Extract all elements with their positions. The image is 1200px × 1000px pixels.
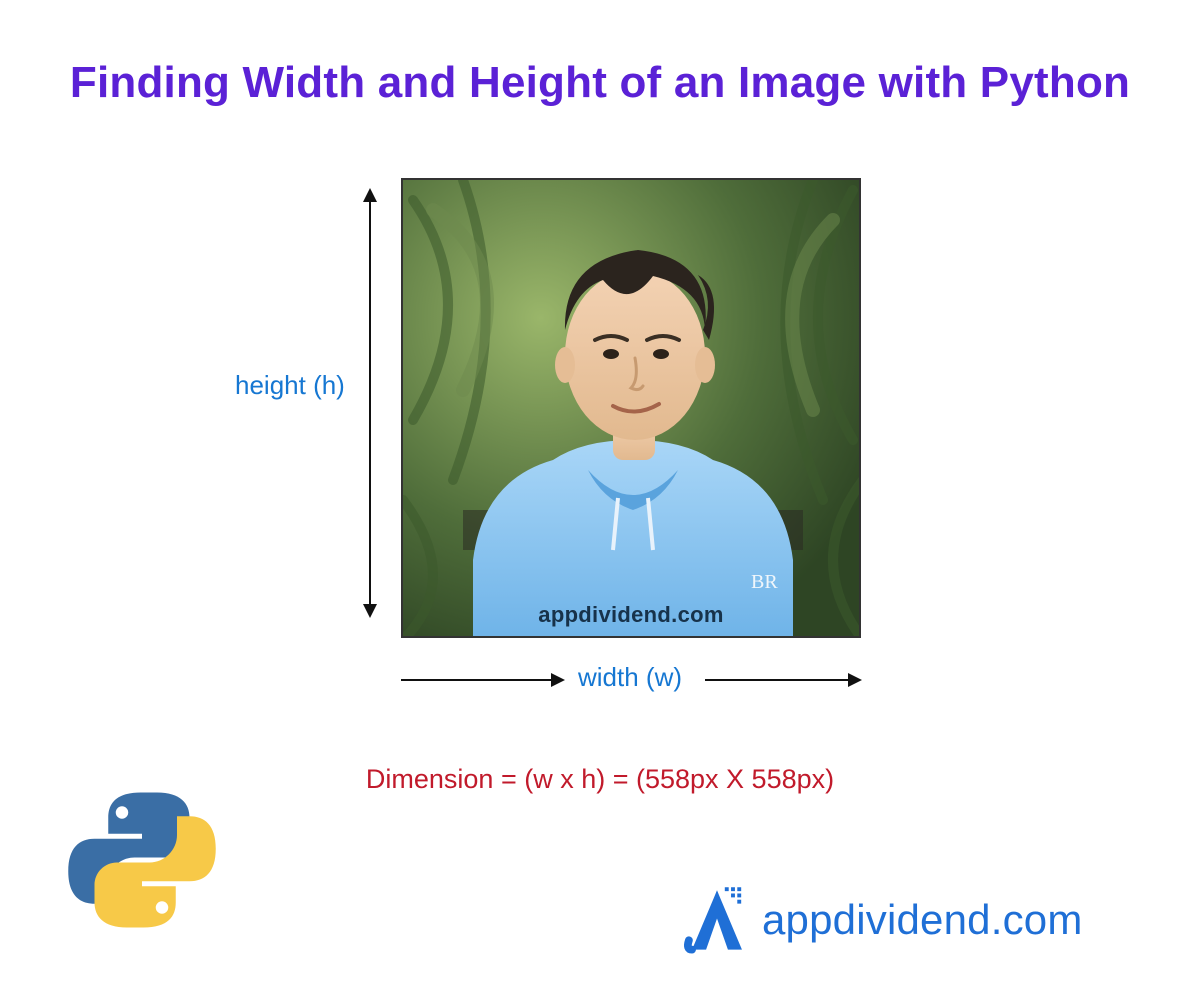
width-arrow-right-icon xyxy=(705,679,860,681)
width-arrow-left-icon xyxy=(401,679,563,681)
height-arrow-icon xyxy=(369,190,371,616)
image-watermark: appdividend.com xyxy=(538,602,723,628)
page-title: Finding Width and Height of an Image wit… xyxy=(0,58,1200,108)
sample-photo: BR appdividend.com xyxy=(401,178,861,638)
height-label: height (h) xyxy=(235,370,345,401)
brand-name: appdividend.com xyxy=(762,896,1083,944)
person-portrait-illustration: BR xyxy=(403,180,861,638)
brand-logo: appdividend.com xyxy=(678,870,1158,970)
brand-a-icon xyxy=(678,881,756,959)
width-label: width (w) xyxy=(578,662,682,693)
svg-text:BR: BR xyxy=(751,571,778,593)
python-logo-icon xyxy=(62,780,222,940)
